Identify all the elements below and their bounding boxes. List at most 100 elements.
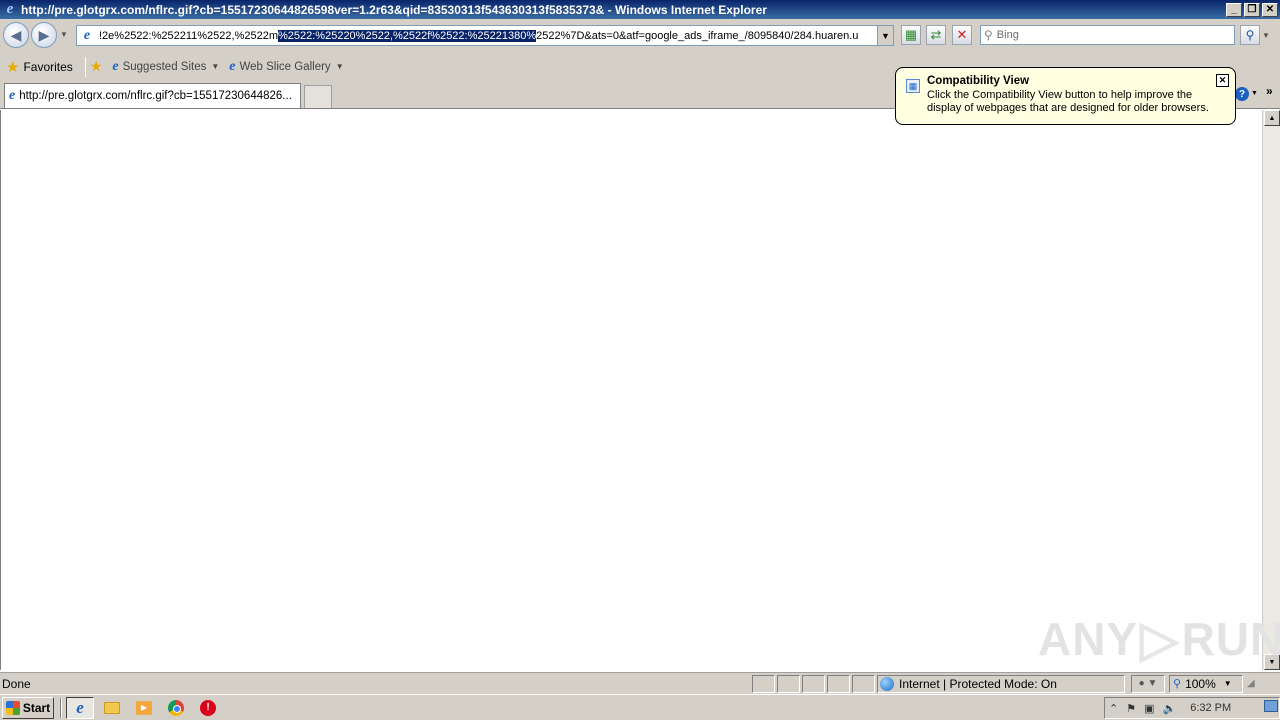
navigation-bar: ◀ ▶ ▼ e !2e%2522:%252211%2522,%2522m%252… [0, 19, 1280, 53]
action-center-flag-icon[interactable]: ⚑ [1126, 702, 1136, 715]
web-slice-gallery-label: Web Slice Gallery [239, 60, 331, 73]
tab-ie-icon: e [9, 88, 16, 103]
stop-sign-icon: ! [200, 699, 216, 716]
show-desktop-button[interactable] [1264, 700, 1278, 712]
zoom-level: 100% [1185, 676, 1216, 691]
internet-explorer-icon: e [76, 697, 84, 717]
security-zone[interactable]: Internet | Protected Mode: On [877, 674, 1125, 693]
search-options-dropdown[interactable]: ▼ [1262, 31, 1270, 40]
chevron-down-icon: ▼ [1223, 679, 1232, 688]
chevron-down-icon: ▼ [211, 62, 220, 71]
tray-expand-icon[interactable]: ⌃ [1109, 702, 1118, 715]
taskbar-chrome[interactable] [162, 697, 190, 719]
address-bar[interactable]: e !2e%2522:%252211%2522,%2522m%2522:%252… [76, 25, 894, 46]
status-cell [752, 674, 775, 693]
system-tray: ⌃ ⚑ ▣ 🔈 6:32 PM [1104, 697, 1280, 719]
start-button[interactable]: Start [2, 696, 54, 719]
anyrun-watermark: ANY ▷ RUN [1038, 610, 1280, 668]
back-button[interactable]: ◀ [3, 22, 29, 48]
title-bar: e http://pre.glotgrx.com/nflrc.gif?cb=15… [0, 0, 1280, 19]
forward-button[interactable]: ▶ [31, 22, 57, 48]
balloon-text: Click the Compatibility View button to h… [927, 89, 1209, 114]
status-cell [777, 674, 800, 693]
web-slice-gallery-link[interactable]: e Web Slice Gallery ▼ [229, 59, 343, 75]
play-icon: ▷ [1140, 611, 1180, 667]
tab-active[interactable]: e http://pre.glotgrx.com/nflrc.gif?cb=15… [4, 83, 301, 108]
suggested-sites-link[interactable]: e Suggested Sites ▼ [112, 59, 219, 75]
zoom-control[interactable]: ⚲ 100% ▼ [1169, 674, 1243, 693]
back-arrow-icon: ◀ [10, 26, 22, 43]
search-input[interactable]: ⚲ Bing [980, 25, 1235, 45]
address-text-after: 2522%7D&ats=0&atf=google_ads_iframe_/809… [536, 29, 859, 42]
address-dropdown-button[interactable]: ▼ [877, 26, 893, 45]
windows-logo-icon [5, 700, 20, 715]
balloon-title: Compatibility View [927, 75, 1030, 87]
search-magnifier-icon: ⚲ [984, 28, 993, 42]
taskbar-stop-app[interactable]: ! [194, 697, 222, 719]
favorites-separator [84, 56, 86, 77]
search-icon: ⚲ [1245, 28, 1255, 42]
chevron-down-icon: ▼ [335, 62, 344, 71]
page-content [0, 110, 1262, 670]
taskbar-internet-explorer[interactable]: e [66, 696, 94, 719]
status-text: Done [2, 676, 31, 691]
page-ie-icon: e [83, 27, 91, 43]
media-player-icon: ▶ [136, 700, 152, 715]
restore-button[interactable]: ❐ [1244, 2, 1260, 17]
favorites-button[interactable]: ★ Favorites [6, 58, 73, 76]
status-bar: Done Internet | Protected Mode: On ● ▼ ⚲… [0, 672, 1280, 694]
close-button[interactable]: ✕ [1262, 2, 1278, 17]
favorites-label: Favorites [23, 59, 73, 74]
help-dropdown[interactable]: ▼ [1251, 90, 1258, 97]
address-text[interactable]: !2e%2522:%252211%2522,%2522m%2522:%25220… [99, 29, 859, 42]
recent-pages-dropdown[interactable]: ▼ [60, 30, 68, 39]
compatibility-view-icon: ▦ [906, 79, 920, 93]
network-icon[interactable]: ▣ [1144, 702, 1154, 715]
protected-mode-lock-button[interactable]: ● ▼ [1131, 674, 1165, 693]
tab-label: http://pre.glotgrx.com/nflrc.gif?cb=1551… [19, 90, 292, 102]
folder-icon [104, 701, 120, 714]
stop-button[interactable]: ✕ [952, 25, 972, 45]
minimize-button[interactable]: _ [1226, 2, 1242, 17]
taskbar-media-player[interactable]: ▶ [130, 697, 158, 719]
lock-icon: ● ▼ [1138, 678, 1158, 689]
help-icon[interactable]: ? [1235, 87, 1249, 101]
taskbar-file-explorer[interactable] [98, 697, 126, 719]
compatibility-view-icon: ▦ [904, 27, 918, 42]
taskbar: Start e ▶ ! ⌃ ⚑ ▣ 🔈 6:32 PM [0, 694, 1280, 720]
balloon-close-button[interactable]: ✕ [1216, 74, 1229, 87]
address-text-before: !2e%2522:%252211%2522,%2522m [99, 29, 278, 42]
refresh-icon: ⇄ [930, 27, 942, 42]
status-cell [802, 674, 825, 693]
window-title: http://pre.glotgrx.com/nflrc.gif?cb=1551… [21, 2, 767, 17]
forward-arrow-icon: ▶ [38, 26, 50, 43]
compatibility-view-balloon: ▦ Compatibility View Click the Compatibi… [895, 67, 1236, 125]
security-zone-label: Internet | Protected Mode: On [899, 676, 1057, 691]
ie-logo-icon: e [6, 1, 14, 17]
start-label: Start [22, 700, 51, 715]
watermark-left: ANY [1038, 613, 1139, 665]
volume-icon[interactable]: 🔈 [1163, 702, 1177, 715]
favorites-star-icon: ★ [6, 58, 20, 76]
compatibility-view-button[interactable]: ▦ [901, 25, 921, 45]
vertical-scrollbar[interactable]: ▲ ▼ [1262, 110, 1280, 670]
add-to-favorites-bar-icon[interactable]: ★ [90, 58, 103, 75]
resize-grip-icon[interactable]: ◢ [1247, 678, 1255, 689]
clock[interactable]: 6:32 PM [1190, 702, 1231, 714]
suggested-sites-ie-icon: e [112, 58, 119, 74]
zoom-magnifier-icon: ⚲ [1173, 678, 1182, 690]
new-tab-button[interactable] [304, 85, 332, 108]
window-controls: _ ❐ ✕ [1226, 2, 1278, 17]
watermark-right: RUN [1181, 613, 1280, 665]
refresh-button[interactable]: ⇄ [926, 25, 946, 45]
web-slice-gallery-ie-icon: e [229, 58, 236, 74]
taskbar-separator [60, 697, 62, 718]
search-button[interactable]: ⚲ [1240, 25, 1260, 45]
status-cell [827, 674, 850, 693]
stop-icon: ✕ [956, 27, 968, 42]
internet-globe-icon [880, 676, 894, 691]
status-cell [852, 674, 875, 693]
search-placeholder: Bing [996, 29, 1019, 41]
scroll-up-button[interactable]: ▲ [1264, 110, 1280, 126]
toolbar-overflow-chevron-icon[interactable]: » [1266, 84, 1273, 98]
